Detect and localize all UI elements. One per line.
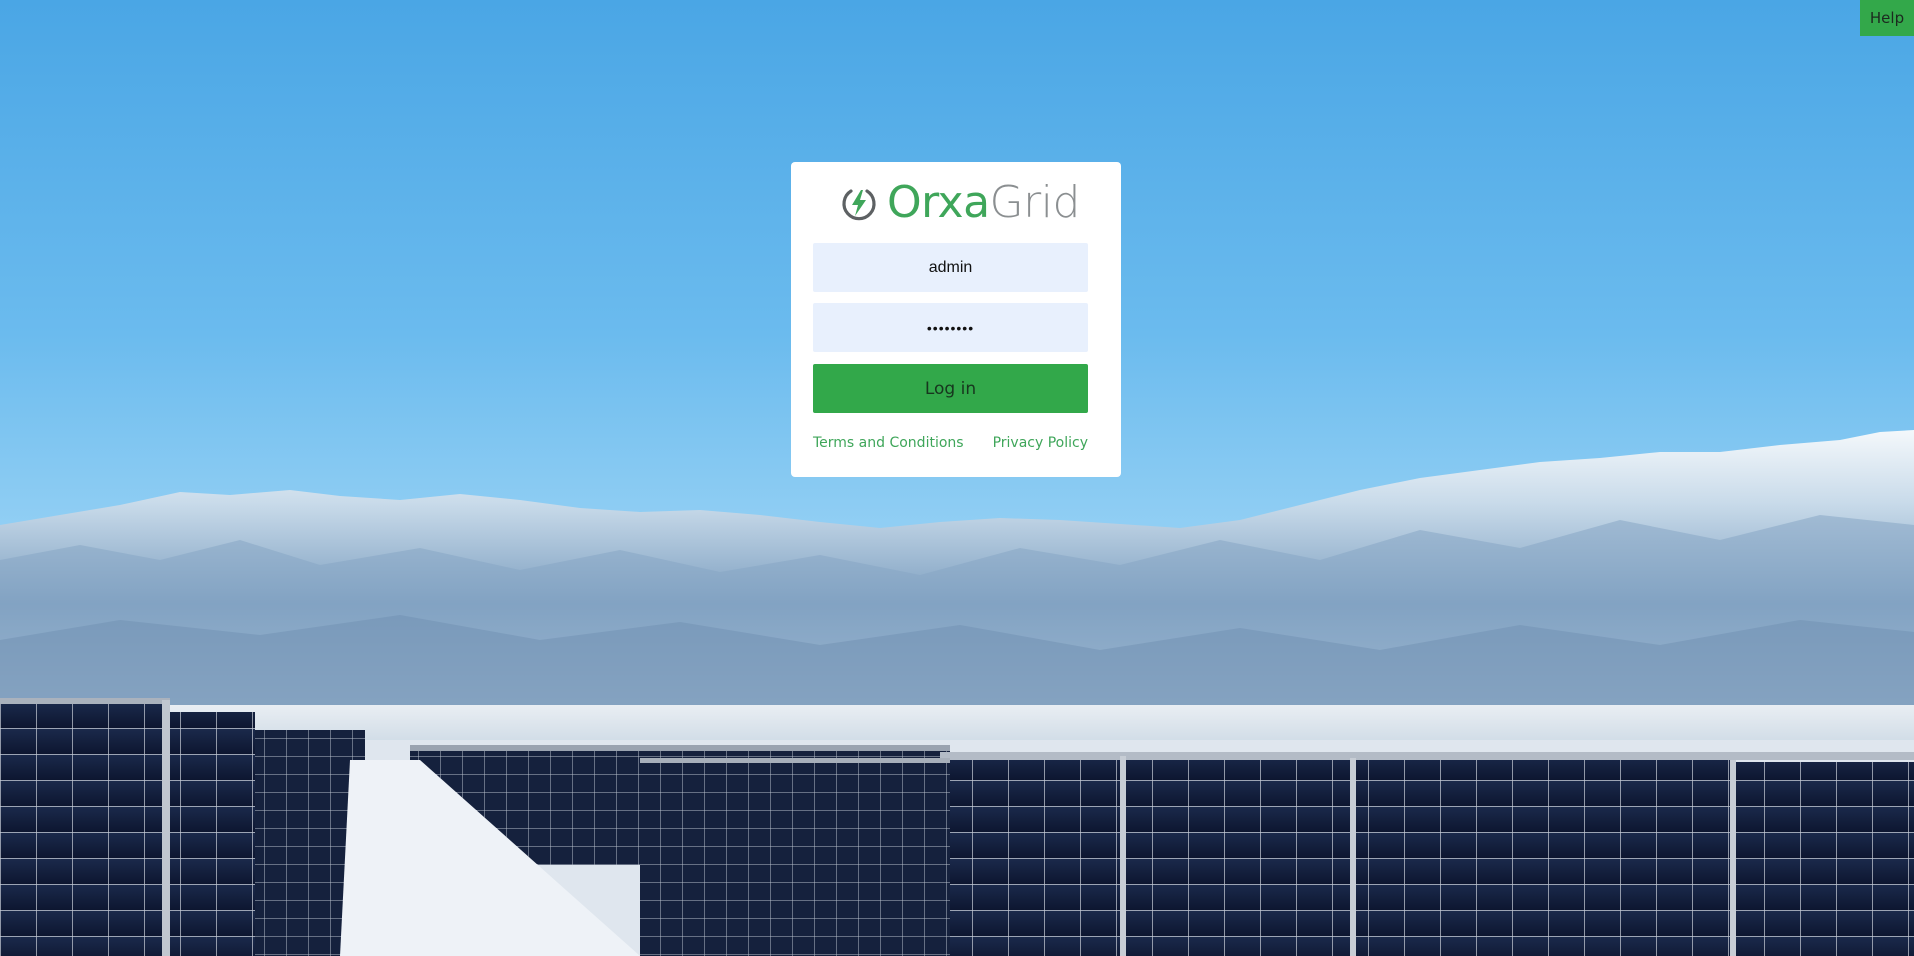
power-bolt-icon xyxy=(842,189,876,221)
login-button[interactable]: Log in xyxy=(813,364,1088,413)
footer-links: Terms and Conditions Privacy Policy xyxy=(813,435,1088,451)
brand-name-primary: Orxa xyxy=(887,177,990,228)
terms-link[interactable]: Terms and Conditions xyxy=(813,435,964,451)
login-card: OrxaGrid Log in Terms and Conditions Pri… xyxy=(791,162,1121,477)
password-input[interactable] xyxy=(813,303,1088,352)
privacy-link[interactable]: Privacy Policy xyxy=(993,435,1088,451)
username-input[interactable] xyxy=(813,243,1088,292)
brand-name-secondary: Grid xyxy=(989,177,1081,228)
background-photo xyxy=(0,0,1914,956)
login-page: Help OrxaGrid Log in Terms and Condition… xyxy=(0,0,1914,956)
brand-logo: OrxaGrid xyxy=(839,178,1080,228)
help-button[interactable]: Help xyxy=(1860,0,1914,36)
